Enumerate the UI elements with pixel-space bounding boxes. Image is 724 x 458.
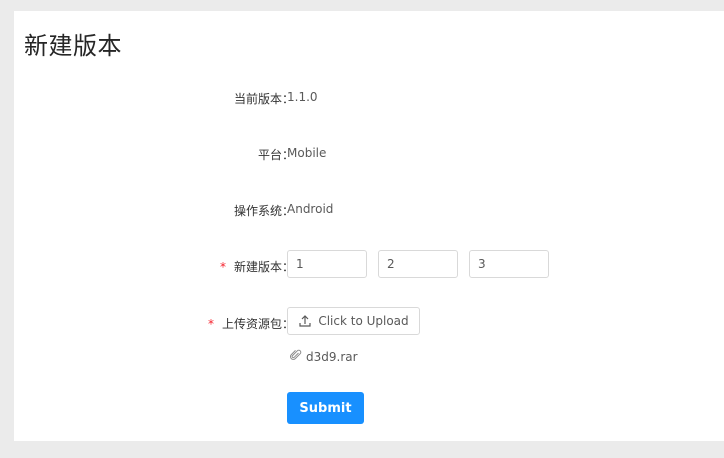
page-title: 新建版本 [24,32,122,60]
current-version-label: 当前版本： [233,92,294,106]
uploaded-file-name: d3d9.rar [306,349,358,364]
new-version-label-row: * 新建版本： [220,258,294,275]
new-version-label: 新建版本： [233,260,294,274]
version-patch-input[interactable] [469,250,549,278]
version-minor-input[interactable] [378,250,458,278]
required-mark: * [207,317,214,331]
version-major-input[interactable] [287,250,367,278]
form-card: 新建版本 当前版本： 1.1.0 平台： Mobile 操作系统： Androi… [14,11,724,441]
os-value: Android [287,202,334,216]
upload-button[interactable]: Click to Upload [287,307,420,335]
submit-button[interactable]: Submit [287,392,364,424]
upload-icon [298,314,312,328]
uploaded-file-item[interactable]: d3d9.rar [289,349,358,364]
os-label: 操作系统： [233,204,294,218]
upload-label: 上传资源包： [221,317,294,331]
required-mark: * [219,260,226,274]
current-version-value: 1.1.0 [287,90,318,104]
platform-value: Mobile [287,146,327,160]
upload-label-row: * 上传资源包： [208,315,294,332]
upload-button-label: Click to Upload [318,314,409,328]
paperclip-icon [289,349,302,364]
